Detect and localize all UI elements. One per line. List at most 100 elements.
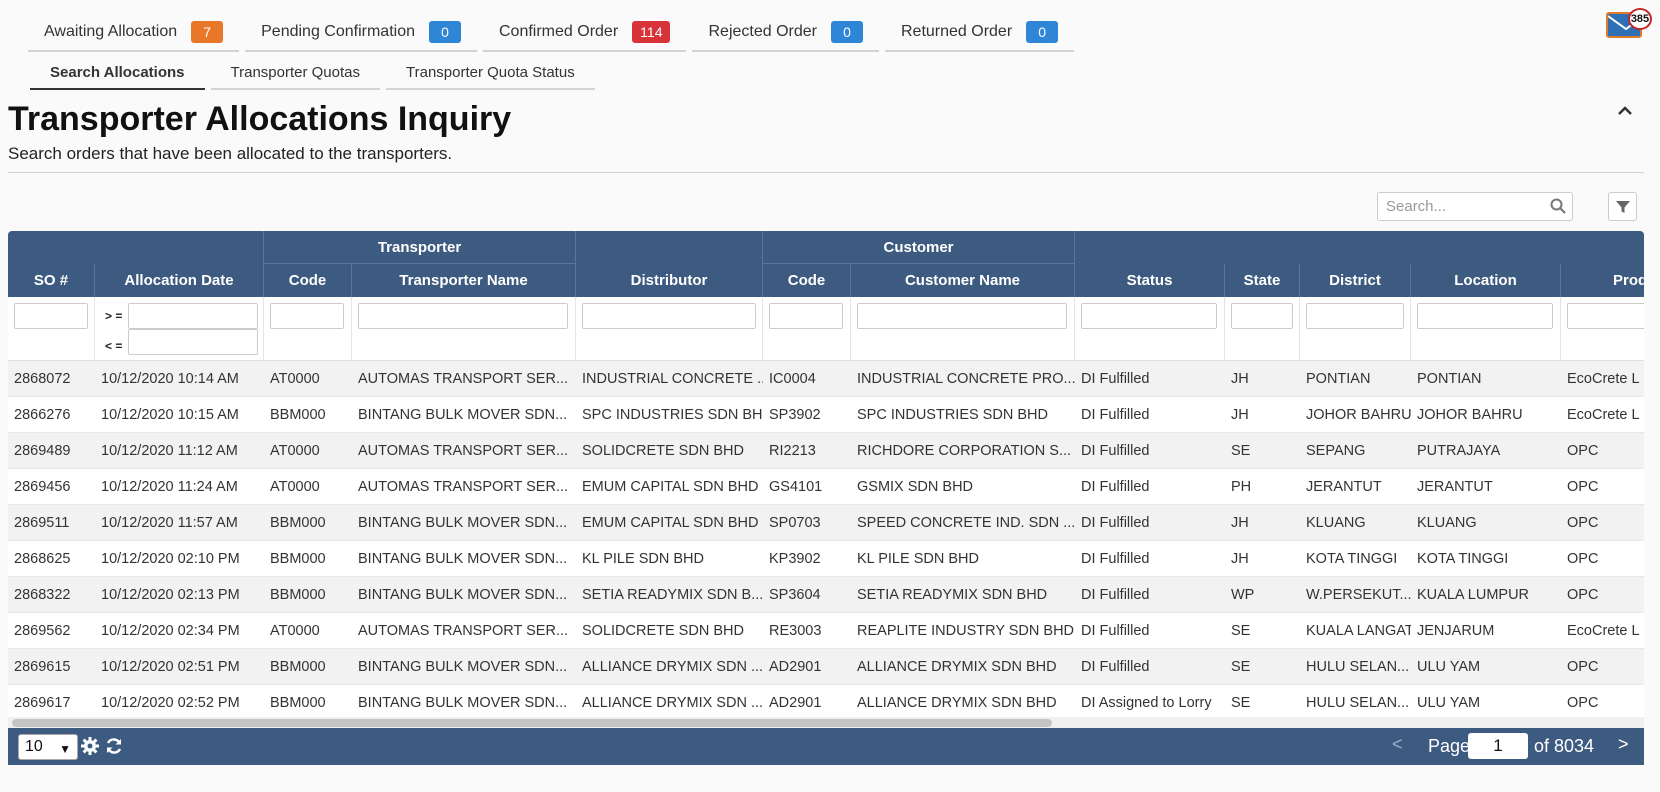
filter-cell (264, 297, 352, 361)
filter-cell (1300, 297, 1411, 361)
table-row[interactable]: 2868625 10/12/2020 02:10 PM BBM000 BINTANG … (8, 541, 1644, 577)
cell-allocation-date: 10/12/2020 02:51 PM (101, 659, 240, 675)
scrollbar-thumb[interactable] (12, 719, 1052, 727)
refresh-icon[interactable] (104, 736, 124, 756)
cell-customer-name: REAPLITE INDUSTRY SDN BHD (857, 623, 1075, 639)
count-badge: 114 (632, 21, 671, 43)
cell-transporter-name: BINTANG BULK MOVER SDN... (358, 695, 568, 711)
cell-so-number: 2869615 (14, 659, 71, 675)
column-header-so[interactable]: SO # (8, 264, 95, 297)
table-row[interactable]: 2868322 10/12/2020 02:13 PM BBM000 BINTANG … (8, 577, 1644, 613)
filter-state-input[interactable] (1231, 303, 1293, 329)
cell-location: JOHOR BAHRU (1417, 407, 1523, 423)
filter-date-from-input[interactable] (128, 303, 258, 329)
filter-customer-code-input[interactable] (769, 303, 843, 329)
table-row[interactable]: 2869456 10/12/2020 11:24 AM AT0000 AUTOMAS … (8, 469, 1644, 505)
cell-customer-code: IC0004 (769, 371, 816, 387)
filter-location-input[interactable] (1417, 303, 1553, 329)
next-page-button[interactable]: > (1618, 734, 1629, 755)
cell-so-number: 2868072 (14, 371, 71, 387)
cell-allocation-date: 10/12/2020 11:57 AM (101, 515, 238, 531)
table-row[interactable]: 2868072 10/12/2020 10:14 AM AT0000 AUTOMAS … (8, 361, 1644, 397)
column-header-district[interactable]: District (1300, 264, 1411, 297)
table-row[interactable]: 2866276 10/12/2020 10:15 AM BBM000 BINTANG … (8, 397, 1644, 433)
column-header-customer-name[interactable]: Customer Name (851, 264, 1075, 297)
cell-product: EcoCrete L (1567, 623, 1640, 639)
cell-transporter-name: BINTANG BULK MOVER SDN... (358, 659, 568, 675)
search-input[interactable] (1378, 193, 1548, 220)
table-row[interactable]: 2869489 10/12/2020 11:12 AM AT0000 AUTOMAS … (8, 433, 1644, 469)
table-row[interactable]: 2869562 10/12/2020 02:34 PM AT0000 AUTOMAS … (8, 613, 1644, 649)
cell-transporter-name: BINTANG BULK MOVER SDN... (358, 407, 568, 423)
filter-transporter-code-input[interactable] (270, 303, 344, 329)
filter-cell (352, 297, 576, 361)
filter-cell (1561, 297, 1644, 361)
table-row[interactable]: 2869511 10/12/2020 11:57 AM BBM000 BINTANG … (8, 505, 1644, 541)
filter-cell (1411, 297, 1561, 361)
allocations-grid: Transporter Customer SO # Allocation Dat… (8, 231, 1644, 765)
cell-so-number: 2869456 (14, 479, 71, 495)
cell-location: ULU YAM (1417, 695, 1481, 711)
filter-date-to-input[interactable] (128, 329, 258, 355)
cell-customer-code: SP3902 (769, 407, 821, 423)
filter-status-input[interactable] (1081, 303, 1217, 329)
cell-customer-code: AD2901 (769, 659, 822, 675)
filter-cell (1225, 297, 1300, 361)
column-header-transporter-name[interactable]: Transporter Name (352, 264, 576, 297)
cell-allocation-date: 10/12/2020 02:52 PM (101, 695, 240, 711)
tab-transporter-quota-status[interactable]: Transporter Quota Status (386, 56, 595, 90)
mail-notification-button[interactable]: 385 (1606, 8, 1652, 38)
tab-returned-order[interactable]: Returned Order 0 (884, 14, 1075, 52)
table-row[interactable]: 2869615 10/12/2020 02:51 PM BBM000 BINTANG … (8, 649, 1644, 685)
cell-district: W.PERSEKUT... (1306, 587, 1411, 603)
gear-icon[interactable] (80, 736, 100, 756)
cell-transporter-code: AT0000 (270, 443, 320, 459)
cell-transporter-code: AT0000 (270, 623, 320, 639)
grid-footer: 10 ▼ < Page of 8034 > (8, 728, 1644, 765)
filter-button[interactable] (1608, 192, 1637, 221)
column-header-state[interactable]: State (1225, 264, 1300, 297)
tab-label: Rejected Order (708, 23, 817, 40)
tab-confirmed-order[interactable]: Confirmed Order 114 (483, 14, 687, 52)
tab-awaiting-allocation[interactable]: Awaiting Allocation 7 (28, 14, 240, 52)
cell-district: JERANTUT (1306, 479, 1382, 495)
filter-so-input[interactable] (14, 303, 88, 329)
search-icon[interactable] (1550, 198, 1566, 219)
column-header-product[interactable]: Produ (1561, 264, 1644, 297)
cell-state: SE (1231, 443, 1251, 459)
filter-distributor-input[interactable] (582, 303, 756, 329)
tab-pending-confirmation[interactable]: Pending Confirmation 0 (245, 14, 477, 52)
tab-search-allocations[interactable]: Search Allocations (30, 56, 205, 90)
column-header-allocation-date[interactable]: Allocation Date (95, 264, 264, 297)
filter-customer-name-input[interactable] (857, 303, 1067, 329)
tab-transporter-quotas[interactable]: Transporter Quotas (210, 56, 380, 90)
cell-distributor: KL PILE SDN BHD (582, 551, 704, 567)
previous-page-button[interactable]: < (1392, 734, 1403, 755)
page-number-input[interactable] (1468, 733, 1528, 759)
column-header-status[interactable]: Status (1075, 264, 1225, 297)
column-header-transporter-code[interactable]: Code (264, 264, 352, 297)
cell-state: JH (1231, 551, 1249, 567)
cell-customer-name: KL PILE SDN BHD (857, 551, 979, 567)
cell-district: JOHOR BAHRU (1306, 407, 1411, 423)
page-size-select[interactable]: 10 ▼ (18, 734, 78, 760)
filter-transporter-name-input[interactable] (358, 303, 568, 329)
cell-customer-name: SETIA READYMIX SDN BHD (857, 587, 1048, 603)
filter-cell: > = < = (95, 297, 264, 361)
filter-district-input[interactable] (1306, 303, 1404, 329)
tab-label: Returned Order (900, 23, 1013, 40)
page-total: of 8034 (1534, 736, 1595, 756)
cell-so-number: 2868625 (14, 551, 71, 567)
table-row[interactable]: 2869617 10/12/2020 02:52 PM BBM000 BINTANG … (8, 685, 1644, 721)
cell-transporter-code: BBM000 (270, 407, 326, 423)
cell-so-number: 2869511 (14, 515, 70, 531)
column-header-customer-code[interactable]: Code (763, 264, 851, 297)
column-header-distributor[interactable]: Distributor (576, 264, 763, 297)
cell-so-number: 2866276 (14, 407, 71, 423)
chevron-up-icon[interactable] (1618, 100, 1632, 121)
cell-distributor: SPC INDUSTRIES SDN BHD (582, 407, 763, 423)
tab-rejected-order[interactable]: Rejected Order 0 (692, 14, 879, 52)
column-header-location[interactable]: Location (1411, 264, 1561, 297)
filter-product-input[interactable] (1567, 303, 1644, 329)
cell-product: OPC (1567, 443, 1599, 459)
